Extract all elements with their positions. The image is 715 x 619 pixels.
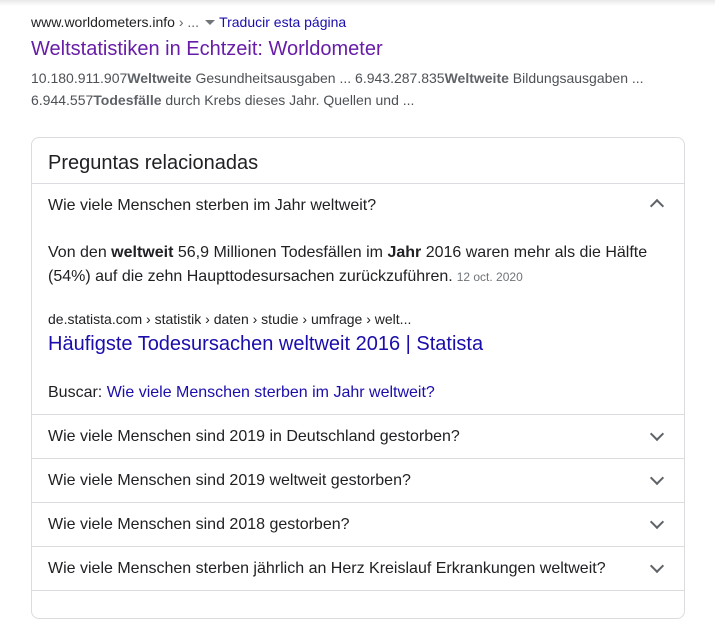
chevron-up-icon[interactable] [649,198,665,214]
snippet-text: 10.180.911.907 [31,70,128,86]
cite-more[interactable]: › ... [175,14,199,30]
answer-text: Von den [48,244,112,261]
chevron-down-icon[interactable] [649,558,665,574]
paa-question: Wie viele Menschen sterben im Jahr weltw… [48,197,377,214]
snippet-text: durch Krebs dieses Jahr. Quellen und ... [161,92,415,108]
paa-question: Wie viele Menschen sind 2018 gestorben? [48,516,350,533]
answer-source-link[interactable]: Häufigste Todesursachen weltweit 2016 | … [48,331,483,357]
people-also-ask-box: Preguntas relacionadas Wie viele Mensche… [31,137,685,619]
translate-link[interactable]: Traducir esta página [219,14,346,30]
snippet-bold: Weltweite [127,70,192,86]
result-title-link[interactable]: Weltstatistiken in Echtzeit: Worldometer [31,36,681,62]
cite-host: www.worldometers.info [31,14,175,30]
answer-bold: Jahr [387,244,422,261]
top-shadow [0,0,715,6]
caret-down-icon[interactable] [205,19,216,25]
paa-answer: Von den weltweit 56,9 Millionen Todesfäl… [48,241,668,289]
chevron-down-icon[interactable] [649,426,665,442]
snippet-text: Gesundheitsausgaben ... 6.943.287.835 [191,70,445,86]
paa-item[interactable]: Wie viele Menschen sterben jährlich an H… [32,546,684,591]
search-result: www.worldometers.info › ... Traducir esta… [31,12,681,111]
answer-cite: de.statista.com › statistik › daten › st… [48,311,412,327]
search-suggestion: Buscar: Wie viele Menschen sterben im Ja… [48,382,435,404]
search-query-link[interactable]: Wie viele Menschen sterben im Jahr weltw… [107,384,435,401]
snippet-bold: Weltweite [444,70,509,86]
paa-item[interactable]: Wie viele Menschen sind 2019 weltweit ge… [32,458,684,503]
paa-question-toggle[interactable]: Wie viele Menschen sterben im Jahr weltw… [32,184,684,227]
chevron-down-icon[interactable] [649,514,665,530]
paa-title: Preguntas relacionadas [48,152,259,174]
paa-item-divider [32,590,684,619]
chevron-down-icon[interactable] [649,470,665,486]
paa-item[interactable]: Wie viele Menschen sind 2018 gestorben? [32,502,684,547]
answer-text: 56,9 Millionen Todesfällen im [173,244,388,261]
result-snippet: 10.180.911.907Weltweite Gesundheitsausga… [31,67,681,111]
snippet-bold: Todesfälle [93,92,162,108]
result-cite: www.worldometers.info › ... Traducir esta… [31,12,681,32]
paa-question: Wie viele Menschen sind 2019 in Deutschl… [48,428,460,445]
paa-question: Wie viele Menschen sind 2019 weltweit ge… [48,472,411,489]
paa-question: Wie viele Menschen sterben jährlich an H… [48,560,606,577]
paa-item[interactable]: Wie viele Menschen sind 2019 in Deutschl… [32,414,684,459]
answer-bold: weltweit [111,244,174,261]
answer-date: 12 oct. 2020 [456,270,523,284]
search-label: Buscar: [48,384,107,401]
paa-expanded-item: Wie viele Menschen sterben im Jahr weltw… [32,183,684,415]
